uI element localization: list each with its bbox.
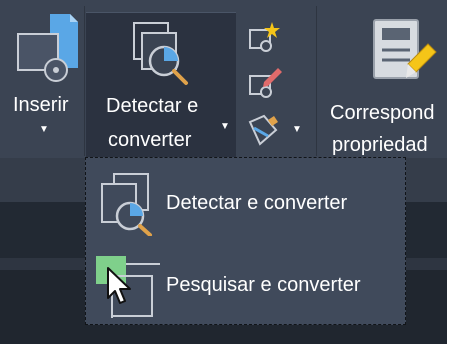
block-tools-dropdown-caret[interactable]: ▼ [292,124,302,135]
autocad-ribbon-window: Inserir ▼ Detectar e converter ▼ ▼ Corre… [0,0,447,344]
detect-convert-icon [101,173,152,236]
detect-convert-label-line1: Detectar e [106,95,199,117]
insert-dropdown-caret[interactable]: ▼ [39,124,49,135]
separator [316,6,317,156]
separator [84,6,85,156]
match-properties-label-line1: Correspond [330,102,435,124]
new-block-icon[interactable] [248,20,282,54]
detect-convert-dropdown-caret[interactable]: ▼ [220,121,230,132]
detect-convert-dropdown-menu: Detectar e converter Pesquisar e convert… [85,157,406,325]
insert-label: Inserir [13,94,69,116]
detect-convert-icon [133,22,188,85]
insert-block-icon [17,14,78,82]
menu-item-search-convert[interactable]: Pesquisar e converter [86,244,405,324]
menu-item-label: Pesquisar e converter [166,274,361,296]
detect-convert-button[interactable]: Detectar e converter ▼ [86,12,236,159]
mouse-cursor-icon [107,267,131,304]
detect-convert-label-line2: converter [108,129,192,151]
match-properties-button[interactable]: Correspond propriedad [318,0,447,158]
menu-item-detect-convert[interactable]: Detectar e converter [86,162,405,242]
menu-item-label: Detectar e converter [166,192,348,214]
block-tools-icon[interactable] [246,114,282,148]
match-properties-icon [373,19,437,79]
insert-button[interactable]: Inserir ▼ [0,0,84,158]
edit-block-icon[interactable] [248,66,282,100]
